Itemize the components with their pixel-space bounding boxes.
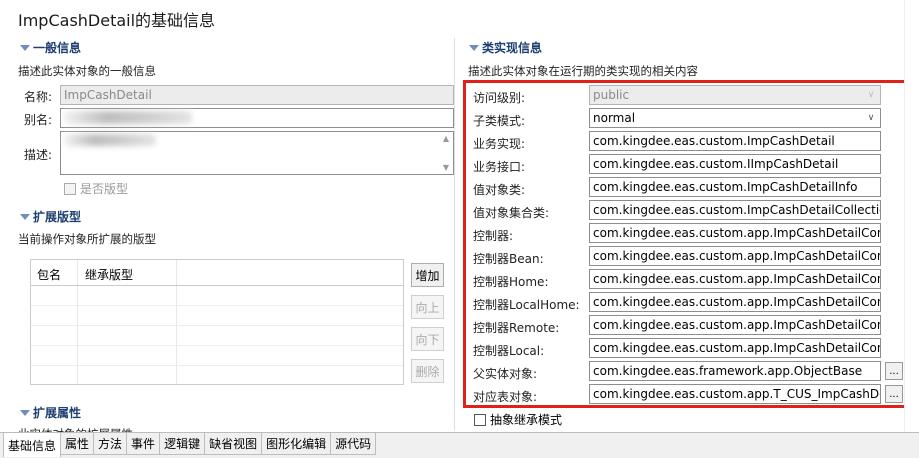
controller-remote-field[interactable]: com.kingdee.eas.custom.app.ImpCashDetail… <box>589 315 881 335</box>
description-scrollbar[interactable]: ▲ ▼ <box>441 134 451 172</box>
tab-source-code[interactable]: 源代码 <box>330 433 377 455</box>
table-object-field[interactable]: com.kingdee.eas.custom.app.T_CUS_ImpCash… <box>589 384 881 404</box>
table-object-label: 对应表对象: <box>473 390 538 404</box>
controller-localhome-field[interactable]: com.kingdee.eas.custom.app.ImpCashDetail… <box>589 292 881 312</box>
checkbox-icon <box>64 182 76 195</box>
scroll-down-icon[interactable]: ▼ <box>443 163 449 172</box>
panel-divider <box>454 38 455 430</box>
chevron-down-icon: ∨ <box>867 90 875 100</box>
table-object-browse-button[interactable]: ... <box>885 385 903 403</box>
tab-basic-info[interactable]: 基础信息 <box>3 433 62 457</box>
access-level-value: public <box>593 88 630 102</box>
value-object-label: 值对象类: <box>473 183 526 197</box>
name-field: ImpCashDetail <box>60 85 454 105</box>
controller-local-label: 控制器Local: <box>473 344 545 358</box>
value-collection-field[interactable]: com.kingdee.eas.custom.ImpCashDetailColl… <box>589 200 881 220</box>
redacted-alias <box>64 111 192 124</box>
biz-impl-label: 业务实现: <box>473 137 526 151</box>
section-general-header[interactable]: 一般信息 <box>20 39 81 56</box>
controller-home-field[interactable]: com.kingdee.eas.custom.app.ImpCashDetail… <box>589 269 881 289</box>
controller-home-label: 控制器Home: <box>473 275 549 289</box>
section-ext-version-title: 扩展版型 <box>33 210 82 224</box>
section-general-title: 一般信息 <box>33 41 82 55</box>
parent-entity-label: 父实体对象: <box>473 367 538 381</box>
section-class-impl-header[interactable]: 类实现信息 <box>469 39 542 56</box>
collapse-triangle-icon <box>20 44 30 51</box>
controller-field[interactable]: com.kingdee.eas.custom.app.ImpCashDetail… <box>589 223 881 243</box>
tab-default-view[interactable]: 缺省视图 <box>204 433 263 455</box>
chevron-down-icon[interactable]: ∨ <box>865 112 877 124</box>
controller-label: 控制器: <box>473 229 514 243</box>
biz-interface-label: 业务接口: <box>473 160 526 174</box>
description-label: 描述: <box>24 148 53 162</box>
abstract-inherit-checkbox[interactable]: 抽象继承模式 <box>474 411 562 428</box>
section-ext-attr-title: 扩展属性 <box>33 406 82 420</box>
section-ext-version-description: 当前操作对象所扩展的版型 <box>18 232 156 246</box>
tab-graphic-edit[interactable]: 图形化编辑 <box>261 433 332 455</box>
column-header-inherit-version[interactable]: 继承版型 <box>85 266 133 283</box>
section-ext-attr-header[interactable]: 扩展属性 <box>20 404 81 421</box>
name-label: 名称: <box>24 90 53 104</box>
tab-methods[interactable]: 方法 <box>93 433 128 455</box>
is-version-checkbox[interactable]: 是否版型 <box>64 180 128 197</box>
add-button[interactable]: 增加 <box>411 263 444 287</box>
controller-bean-field[interactable]: com.kingdee.eas.custom.app.ImpCashDetail… <box>589 246 881 266</box>
section-general-description: 描述此实体对象的一般信息 <box>18 64 156 78</box>
move-down-button[interactable]: 向下 <box>411 327 444 351</box>
subclass-mode-value: normal <box>593 111 636 125</box>
bottom-tab-bar: 基础信息 属性 方法 事件 逻辑键 缺省视图 图形化编辑 源代码 <box>0 432 919 458</box>
checkbox-icon <box>474 413 486 426</box>
collapse-triangle-icon <box>20 409 30 416</box>
tab-properties[interactable]: 属性 <box>60 433 95 455</box>
controller-remote-label: 控制器Remote: <box>473 321 560 335</box>
collapse-triangle-icon <box>20 213 30 220</box>
controller-local-field[interactable]: com.kingdee.eas.custom.app.ImpCashDetail… <box>589 338 881 358</box>
value-object-field[interactable]: com.kingdee.eas.custom.ImpCashDetailInfo <box>589 177 881 197</box>
access-level-select: public ∨ <box>589 85 881 105</box>
collapse-triangle-icon <box>469 44 479 51</box>
access-level-label: 访问级别: <box>473 91 526 105</box>
biz-impl-field[interactable]: com.kingdee.eas.custom.ImpCashDetail <box>589 131 881 151</box>
vertical-scrollbar[interactable] <box>904 0 919 432</box>
scroll-up-icon[interactable]: ▲ <box>443 134 449 143</box>
biz-interface-field[interactable]: com.kingdee.eas.custom.IImpCashDetail <box>589 154 881 174</box>
abstract-inherit-label: 抽象继承模式 <box>490 413 563 427</box>
subclass-mode-select[interactable]: normal ∨ <box>589 108 881 128</box>
page-title: ImpCashDetail的基础信息 <box>18 11 216 30</box>
subclass-mode-label: 子类模式: <box>473 114 526 128</box>
value-collection-label: 值对象集合类: <box>473 206 550 220</box>
controller-localhome-label: 控制器LocalHome: <box>473 298 580 312</box>
section-class-impl-title: 类实现信息 <box>482 41 543 55</box>
alias-label: 别名: <box>24 113 53 127</box>
section-class-impl-description: 描述此实体对象在运行期的类实现的相关内容 <box>468 64 698 78</box>
move-up-button[interactable]: 向上 <box>411 295 444 319</box>
parent-entity-field[interactable]: com.kingdee.eas.framework.app.ObjectBase <box>589 361 881 381</box>
tab-logic-key[interactable]: 逻辑键 <box>159 433 206 455</box>
tab-events[interactable]: 事件 <box>126 433 161 455</box>
controller-bean-label: 控制器Bean: <box>473 252 544 266</box>
section-ext-version-header[interactable]: 扩展版型 <box>20 208 81 225</box>
column-header-package[interactable]: 包名 <box>37 266 61 283</box>
delete-button[interactable]: 删除 <box>411 359 444 383</box>
is-version-label: 是否版型 <box>80 182 129 196</box>
redacted-description <box>64 134 156 146</box>
parent-entity-browse-button[interactable]: ... <box>885 362 903 380</box>
version-table[interactable]: 包名 继承版型 <box>30 259 404 385</box>
